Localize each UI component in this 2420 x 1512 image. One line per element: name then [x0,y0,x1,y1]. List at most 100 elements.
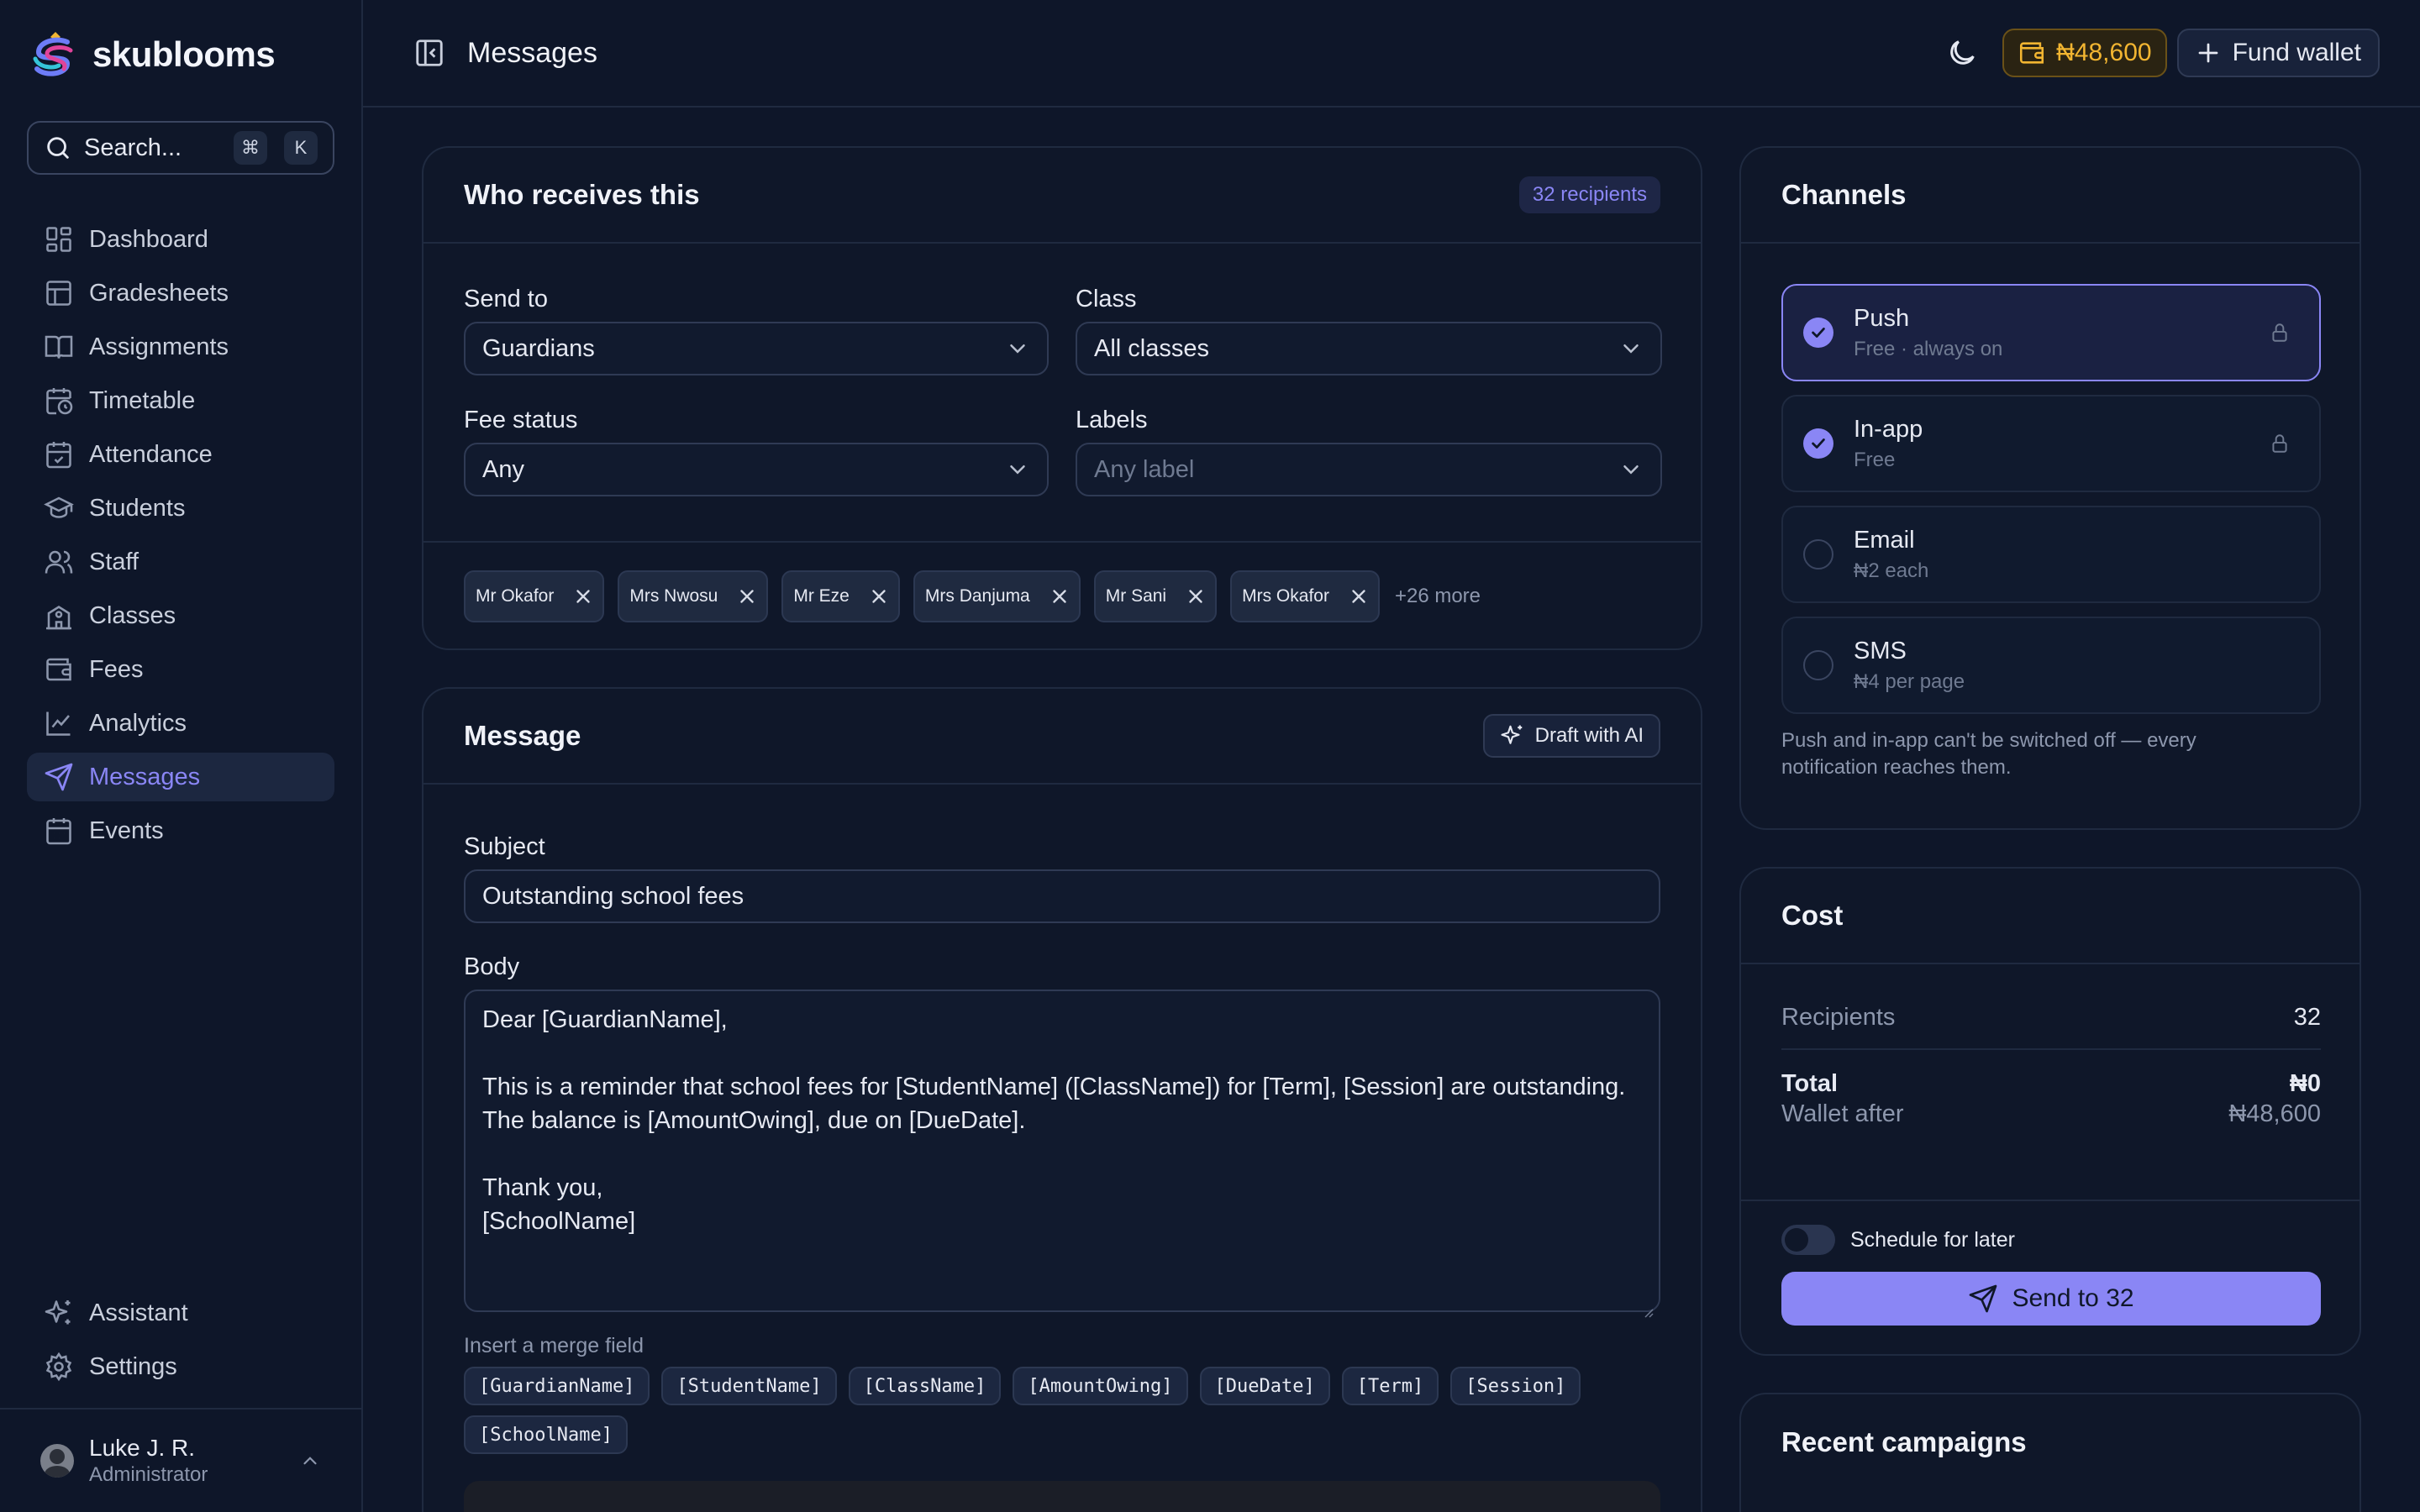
sidebar-item-events[interactable]: Events [27,806,334,855]
sidebar-item-label: Timetable [89,386,196,414]
fund-wallet-button[interactable]: Fund wallet [2176,29,2380,77]
sidebar-item-assignments[interactable]: Assignments [27,323,334,371]
fee-status-label: Fee status [464,407,578,433]
sidebar: skublooms Search... ⌘ K Dashboard Grades… [0,0,363,1512]
sidebar-toggle-icon[interactable] [413,37,445,69]
search-shortcut-cmd: ⌘ [234,131,267,165]
search-button[interactable]: Search... ⌘ K [27,121,334,175]
merge-field-button[interactable]: [GuardianName] [464,1367,650,1405]
sidebar-item-dashboard[interactable]: Dashboard [27,215,334,264]
channel-info: Push Free · always on [1854,305,2249,361]
chart-line-icon [44,708,74,738]
schedule-label: Schedule for later [1850,1227,2015,1252]
channel-info: Email ₦2 each [1854,527,2291,583]
avatar [40,1444,74,1478]
gear-icon [44,1352,74,1382]
sidebar-item-fees[interactable]: Fees [27,645,334,694]
cost-title: Cost [1781,900,1844,931]
chip-label: Mr Okafor [476,586,555,606]
close-icon[interactable] [572,585,594,607]
send-button[interactable]: Send to 32 [1781,1272,2321,1326]
subject-label: Subject [464,833,545,860]
recipient-chip: Mrs Nwosu [618,570,769,622]
sparkles-icon [1500,723,1525,748]
body-textarea[interactable]: Dear [GuardianName], This is a reminder … [464,990,1660,1318]
more-recipients-link[interactable]: +26 more [1395,585,1481,608]
sidebar-item-settings[interactable]: Settings [27,1342,334,1391]
close-icon[interactable] [868,585,890,607]
sidebar-item-students[interactable]: Students [27,484,334,533]
close-icon[interactable] [1348,585,1370,607]
subject-input[interactable]: Outstanding school fees [464,869,1660,923]
search-icon [44,134,72,162]
channel-in-app[interactable]: In-app Free [1781,395,2321,492]
channel-email[interactable]: Email ₦2 each [1781,506,2321,603]
send-to-select[interactable]: Guardians [464,322,1049,375]
sidebar-item-messages[interactable]: Messages [27,753,334,801]
merge-field-button[interactable]: [SchoolName] [464,1415,628,1454]
chevron-down-icon [1005,457,1030,482]
calendar-check-icon [44,439,74,470]
sidebar-item-gradesheets[interactable]: Gradesheets [27,269,334,318]
wallet-balance-button[interactable]: ₦48,600 [2002,29,2167,77]
channel-subtitle: Free · always on [1854,337,2003,360]
recipients-value: 32 [2293,1003,2321,1031]
fee-status-select[interactable]: Any [464,443,1049,496]
labels-select[interactable]: Any label [1076,443,1662,496]
sidebar-item-attendance[interactable]: Attendance [27,430,334,479]
sidebar-item-staff[interactable]: Staff [27,538,334,586]
sidebar-item-label: Staff [89,548,139,575]
channel-name: Push [1854,304,1910,332]
sidebar-bottom-nav: Assistant Settings [27,1289,334,1396]
body-text: Dear [GuardianName], This is a reminder … [482,1006,1626,1235]
merge-field-button[interactable]: [Term] [1341,1367,1439,1405]
schedule-row: Schedule for later [1781,1225,2321,1255]
class-label: Class [1076,286,1137,312]
resize-handle-icon[interactable] [1642,1294,1654,1318]
recent-campaigns-title: Recent campaigns [1781,1426,2027,1457]
channel-info: In-app Free [1854,416,2249,472]
sidebar-item-classes[interactable]: Classes [27,591,334,640]
recipients-card: Who receives this 32 recipients Send to … [422,146,1702,650]
merge-field-button[interactable]: [Session] [1450,1367,1581,1405]
class-select[interactable]: All classes [1076,322,1662,375]
chevron-down-icon [1618,457,1644,482]
draft-with-ai-button[interactable]: Draft with AI [1482,714,1660,758]
sidebar-item-assistant[interactable]: Assistant [27,1289,334,1337]
channel-push[interactable]: Push Free · always on [1781,284,2321,381]
merge-field-button[interactable]: [StudentName] [661,1367,837,1405]
sidebar-item-analytics[interactable]: Analytics [27,699,334,748]
body-label: Body [464,953,520,980]
schedule-toggle[interactable] [1781,1225,1835,1255]
sidebar-item-label: Messages [89,763,201,790]
merge-field-button[interactable]: [AmountOwing] [1013,1367,1188,1405]
close-icon[interactable] [1049,585,1071,607]
recipients-count-badge: 32 recipients [1518,176,1660,213]
sidebar-item-timetable[interactable]: Timetable [27,376,334,425]
plus-icon [2196,40,2221,66]
labels-placeholder: Any label [1094,455,1195,483]
lock-icon [2269,433,2291,454]
channel-subtitle: ₦4 per page [1854,669,1965,693]
lock-icon [2269,322,2291,344]
send-icon [1968,1284,1998,1314]
chevron-down-icon [1618,336,1644,361]
wallet-after-value: ₦48,600 [2228,1100,2321,1127]
merge-field-button[interactable]: [ClassName] [848,1367,1002,1405]
search-label: Search... [84,134,182,161]
close-icon[interactable] [1185,585,1207,607]
channels-title: Channels [1781,179,1907,210]
class-value: All classes [1094,334,1209,362]
recipient-chips: Mr Okafor Mrs Nwosu Mr Eze Mrs Danjuma M… [424,541,1701,650]
moon-icon[interactable] [1945,36,1979,70]
close-icon[interactable] [736,585,758,607]
check-circle-icon [1803,318,1833,348]
fee-status-value: Any [482,455,524,483]
brand[interactable]: skublooms [30,25,276,84]
recipients-label: Recipients [1781,1003,1896,1031]
user-menu[interactable]: Luke J. R. Administrator [0,1408,361,1512]
channel-sms[interactable]: SMS ₦4 per page [1781,617,2321,714]
merge-field-list: [GuardianName] [StudentName] [ClassName]… [464,1367,1660,1454]
merge-field-label: Insert a merge field [464,1334,644,1357]
merge-field-button[interactable]: [DueDate] [1199,1367,1330,1405]
